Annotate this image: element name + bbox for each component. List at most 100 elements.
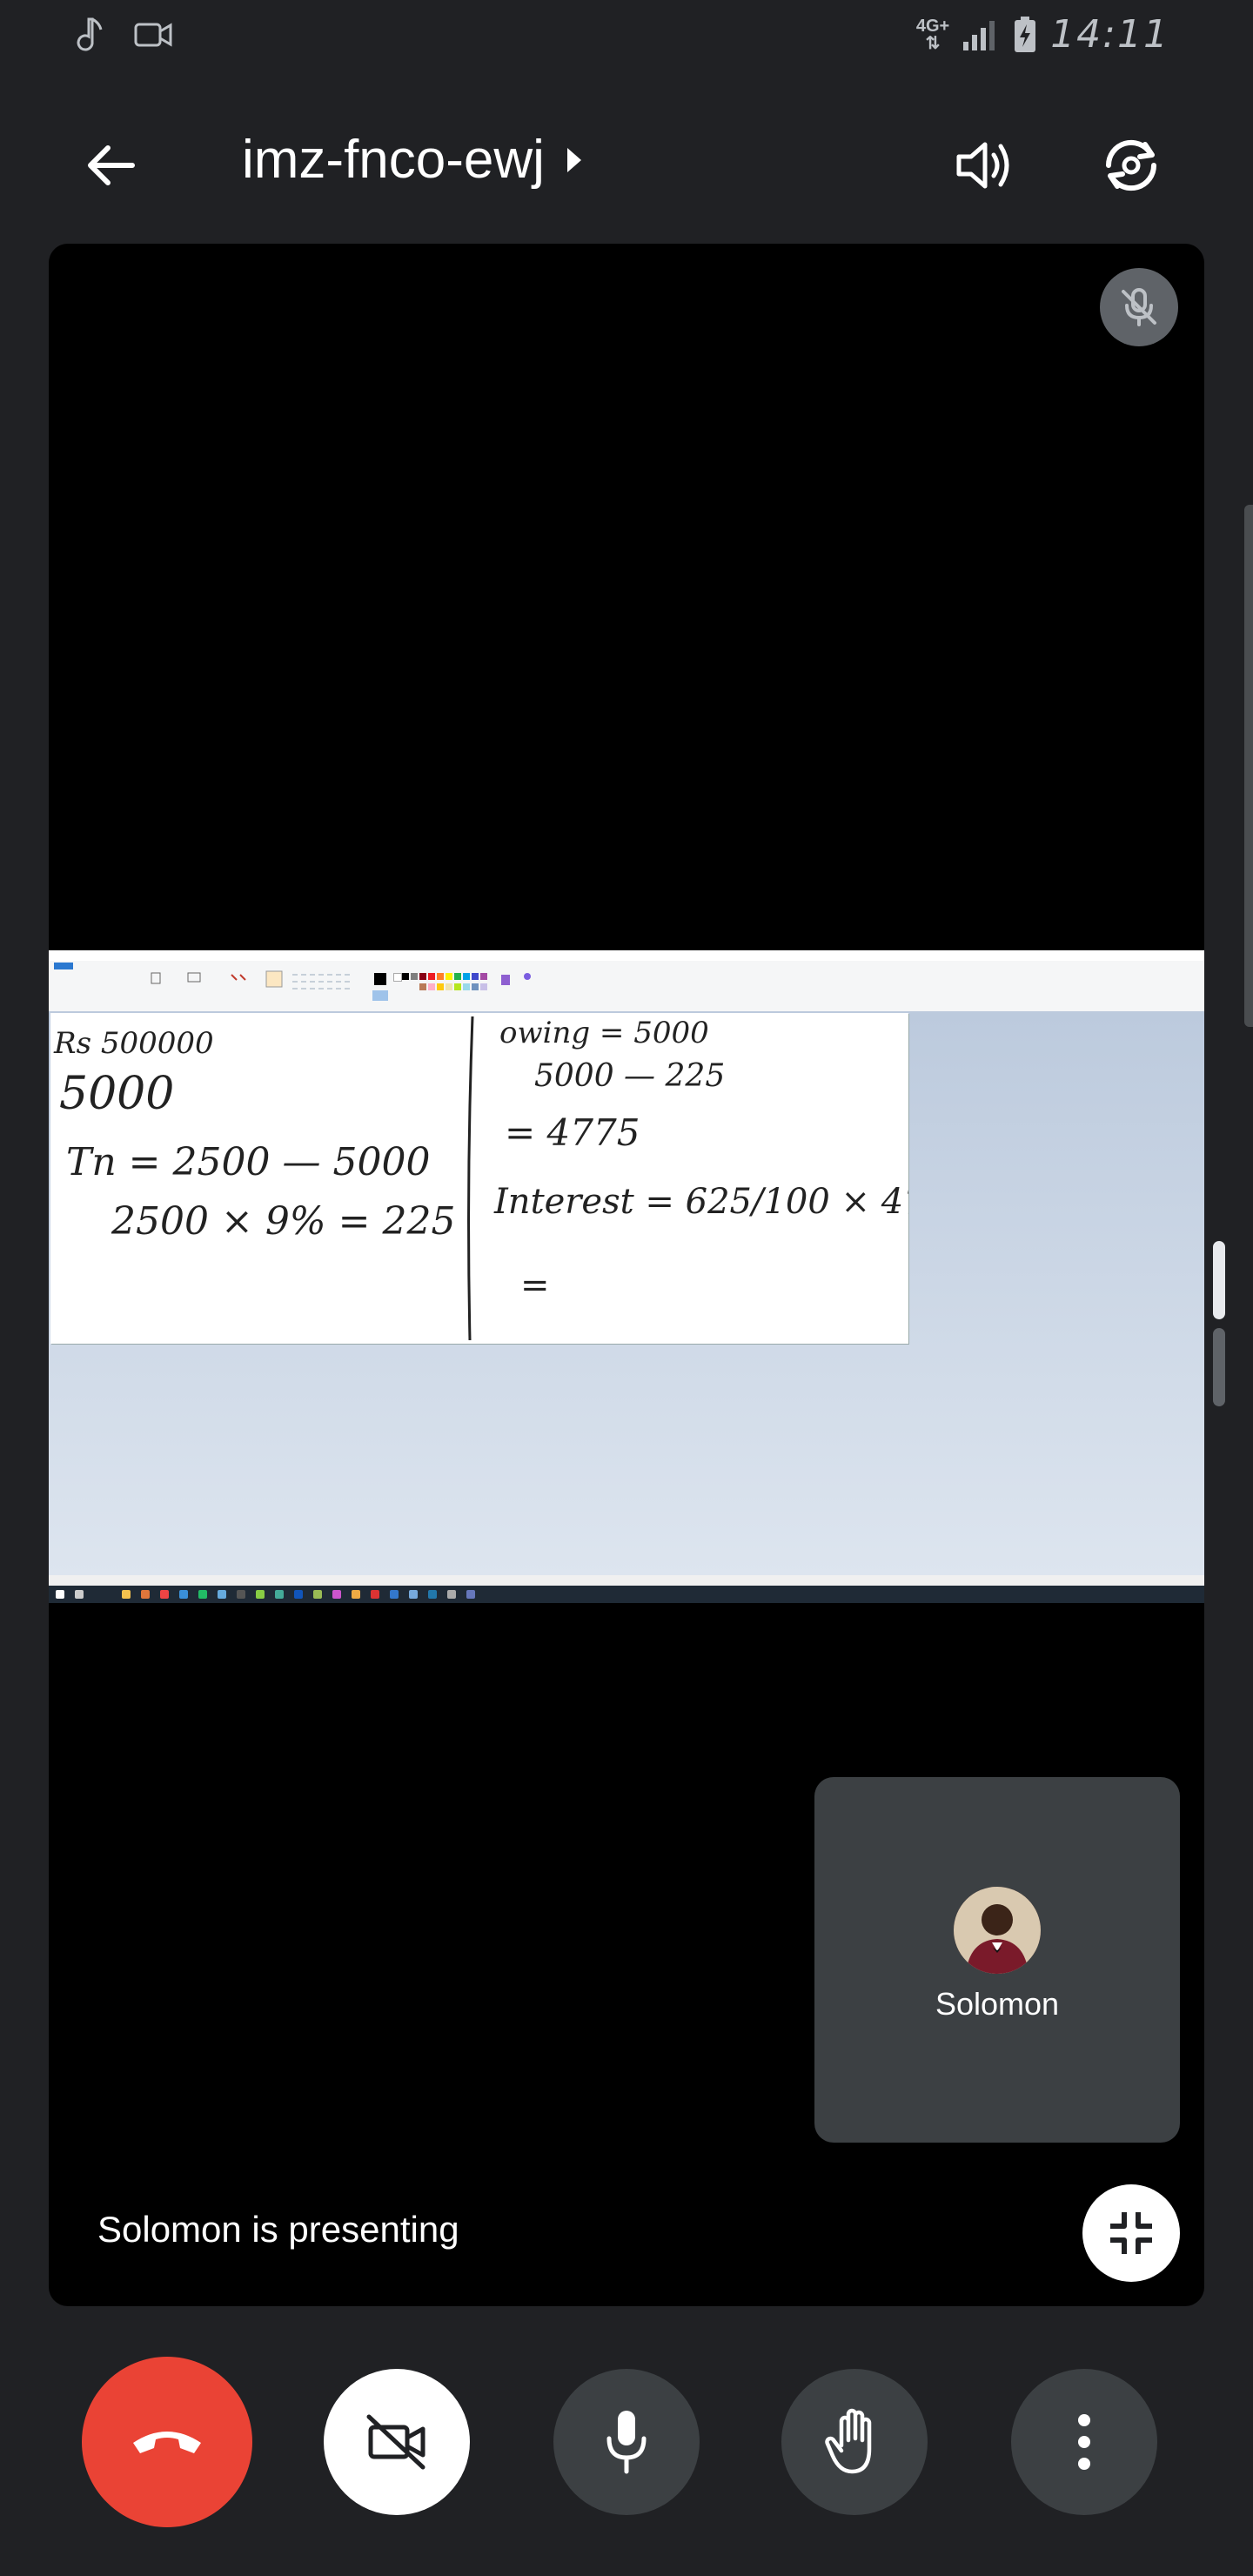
clock: 14:11	[1050, 12, 1169, 57]
exit-fullscreen-button[interactable]	[1082, 2184, 1180, 2282]
shared-screen: Rs 500000 5000 Tn = 2500 — 5000 2500 × 9…	[49, 950, 1204, 1603]
palette-swatch	[472, 983, 479, 990]
presenter-mic-off-indicator	[1100, 268, 1178, 346]
note-right-2: 5000 — 225	[534, 1058, 725, 1094]
camera-toggle-button[interactable]	[324, 2369, 470, 2515]
network-type: 4G+ ⇅	[915, 16, 950, 53]
more-options-button[interactable]	[1011, 2369, 1157, 2515]
taskbar-icon	[275, 1590, 284, 1599]
palette-swatch	[437, 983, 444, 990]
note-right-5: =	[520, 1265, 550, 1305]
palette-swatch	[372, 990, 388, 1001]
palette-swatch	[480, 983, 487, 990]
end-call-button[interactable]	[82, 2357, 252, 2527]
paint-canvas: Rs 500000 5000 Tn = 2500 — 5000 2500 × 9…	[50, 1013, 970, 1344]
taskbar-icon	[237, 1590, 245, 1599]
taskbar-icon	[218, 1590, 226, 1599]
palette-swatch	[454, 973, 461, 980]
speaker-button[interactable]	[950, 131, 1020, 200]
taskbar-icon	[332, 1590, 341, 1599]
palette-swatch	[437, 973, 444, 980]
mic-off-icon	[1122, 288, 1156, 326]
note-right-1: owing = 5000	[499, 1016, 709, 1050]
taskbar-icon	[428, 1590, 437, 1599]
palette-swatch	[463, 983, 470, 990]
mic-icon	[606, 2411, 647, 2474]
taskbar-icon	[160, 1590, 169, 1599]
palette-swatch	[428, 983, 435, 990]
taskbar-icon	[256, 1590, 265, 1599]
paint-ribbon	[49, 961, 1204, 1012]
palette-swatch	[446, 983, 452, 990]
taskbar-icon	[371, 1590, 379, 1599]
participant-name: Solomon	[935, 1986, 1060, 2022]
taskbar-icon	[409, 1590, 418, 1599]
page-indicator-active	[1213, 1241, 1225, 1319]
palette-swatch	[446, 973, 452, 980]
taskbar-icon	[313, 1590, 322, 1599]
status-right: 4G+ ⇅ 14:11	[916, 12, 1169, 57]
avatar	[954, 1887, 1041, 1974]
note-right-4: Interest = 625/100 × 4775	[493, 1182, 908, 1222]
switch-camera-icon	[1105, 139, 1157, 191]
palette-swatch	[454, 983, 461, 990]
microphone-button[interactable]	[553, 2369, 700, 2515]
page-indicator	[1213, 1328, 1225, 1406]
arrow-left-icon	[88, 145, 135, 185]
network-label: 4G+	[915, 16, 950, 36]
palette-swatch	[411, 973, 418, 980]
meeting-title-button[interactable]: imz-fnco-ewj	[242, 129, 585, 191]
status-bar: 4G+ ⇅ 14:11	[0, 0, 1253, 70]
taskbar-icon	[294, 1590, 303, 1599]
whiteboard-drawing: Rs 500000 5000 Tn = 2500 — 5000 2500 × 9…	[53, 1016, 970, 1341]
video-notification-icon	[134, 23, 172, 47]
palette-swatch	[402, 973, 409, 980]
meeting-code: imz-fnco-ewj	[242, 130, 545, 190]
palette-swatch	[419, 983, 426, 990]
palette-swatch	[419, 973, 426, 980]
battery-charging-icon	[1015, 16, 1036, 52]
note-right-3: = 4775	[505, 1111, 640, 1154]
palette-swatch	[463, 973, 470, 980]
hand-icon	[825, 2408, 872, 2474]
taskbar-icon	[75, 1590, 84, 1599]
note-left-4: 2500 × 9% = 225	[111, 1199, 455, 1244]
participant-tile[interactable]: Solomon	[814, 1777, 1180, 2143]
palette-swatch	[472, 973, 479, 980]
palette-swatch	[393, 973, 402, 982]
note-left-2: 5000	[59, 1068, 174, 1120]
taskbar-icon	[179, 1590, 188, 1599]
paint-status-bar	[49, 1575, 1204, 1586]
scroll-handle[interactable]	[1244, 505, 1253, 1027]
palette-swatch	[480, 973, 487, 980]
avatar-image	[954, 1887, 1041, 1974]
app-bar: imz-fnco-ewj	[0, 104, 1253, 218]
paint-tools-icon	[151, 970, 353, 989]
videocam-off-icon	[366, 2414, 425, 2470]
palette-swatch	[501, 975, 510, 985]
music-note-icon	[77, 17, 103, 51]
taskbar-icon	[141, 1590, 150, 1599]
note-left-3: Tn = 2500 — 5000	[66, 1140, 430, 1184]
play-arrow-icon	[566, 147, 581, 172]
raise-hand-button[interactable]	[781, 2369, 928, 2515]
fullscreen-exit-icon	[1110, 2212, 1152, 2254]
signal-icon	[963, 20, 995, 50]
switch-camera-button[interactable]	[1093, 131, 1169, 200]
back-button[interactable]	[77, 131, 146, 200]
taskbar-icon	[447, 1590, 456, 1599]
windows-taskbar	[49, 1586, 1204, 1603]
palette-swatch	[524, 973, 531, 980]
palette-swatch	[374, 973, 386, 985]
volume-up-icon	[956, 142, 1009, 189]
presentation-stage[interactable]: Rs 500000 5000 Tn = 2500 — 5000 2500 × 9…	[49, 244, 1204, 2306]
taskbar-icon	[352, 1590, 360, 1599]
call-controls	[0, 2350, 1253, 2527]
more-vert-icon	[1078, 2414, 1090, 2470]
status-left	[73, 16, 174, 54]
ribbon-file-tab	[54, 963, 73, 969]
palette-swatch	[428, 973, 435, 980]
call-end-icon	[133, 2432, 201, 2453]
taskbar-icon	[122, 1590, 131, 1599]
taskbar-icon	[390, 1590, 399, 1599]
